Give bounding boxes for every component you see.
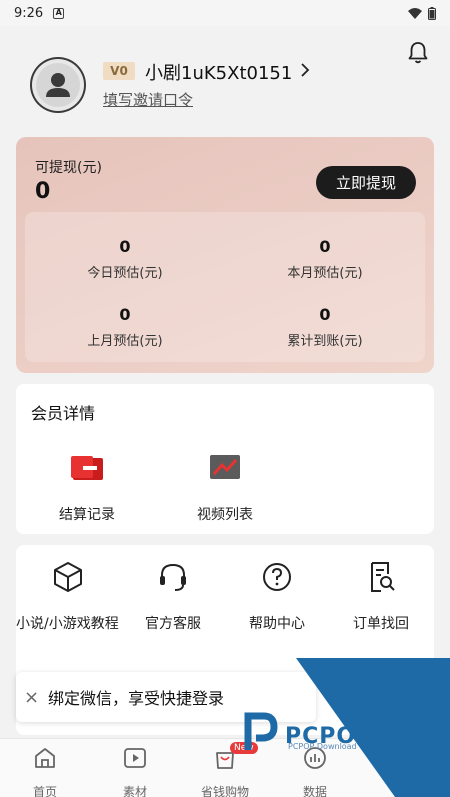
stat-value: 0	[319, 305, 331, 324]
profile-section: V0 小剧1uK5Xt0151 填写邀请口令	[30, 57, 410, 117]
user-silhouette-icon	[32, 59, 84, 111]
member-details-card: 会员详情 结算记录 视频列表	[16, 384, 434, 534]
tool-label: 小说/小游戏教程	[16, 616, 119, 632]
level-badge: V0	[103, 62, 135, 80]
tab-label: 素材	[122, 785, 147, 797]
close-icon[interactable]: ×	[24, 687, 42, 708]
tab-label: 首页	[32, 785, 57, 797]
cube-icon	[54, 562, 82, 592]
stat-value: 0	[119, 237, 131, 256]
pcpop-logo-icon	[244, 712, 278, 750]
stat-last-month: 0 上月预估(元)	[25, 305, 225, 349]
avatar[interactable]	[30, 57, 86, 113]
member-title: 会员详情	[31, 404, 96, 423]
stat-value: 0	[119, 305, 131, 324]
tool-label: 官方客服	[145, 616, 201, 632]
watermark: PCPOP下载 PCPOP Download	[230, 658, 450, 797]
home-icon	[35, 748, 55, 768]
video-list-icon	[210, 455, 240, 479]
member-item-label: 视频列表	[197, 507, 253, 523]
order-search-icon	[371, 562, 395, 592]
stat-label: 累计到账(元)	[287, 334, 363, 349]
toast-text: 绑定微信，享受快捷登录	[48, 689, 225, 708]
stat-label: 今日预估(元)	[87, 266, 163, 281]
withdraw-button[interactable]: 立即提现	[316, 166, 416, 199]
stat-label: 上月预估(元)	[87, 334, 163, 349]
stat-total-received: 0 累计到账(元)	[225, 305, 425, 349]
battery-icon	[428, 6, 436, 20]
username[interactable]: 小剧1uK5Xt0151	[145, 59, 292, 85]
stat-label: 本月预估(元)	[287, 266, 363, 281]
notification-a-icon: A	[53, 7, 65, 19]
tool-customer-service[interactable]: 官方客服	[121, 560, 225, 635]
member-item-video-list[interactable]: 视频列表	[165, 450, 285, 524]
watermark-sub: PCPOP Download	[288, 742, 357, 751]
stat-this-month: 0 本月预估(元)	[225, 237, 425, 281]
chevron-right-icon[interactable]	[300, 63, 310, 77]
status-bar: 9:26 A	[0, 0, 450, 26]
tool-novel-game-tutorial[interactable]: 小说/小游戏教程	[16, 560, 120, 635]
tab-materials[interactable]: 素材	[90, 745, 180, 797]
member-item-settlement[interactable]: 结算记录	[27, 450, 147, 524]
play-icon	[124, 748, 146, 768]
question-icon	[263, 563, 291, 591]
wifi-icon	[408, 7, 422, 19]
settlement-record-icon	[71, 456, 103, 480]
earnings-card: 可提现(元) 0 立即提现 0 今日预估(元) 0 本月预估(元) 0 上月预估…	[16, 137, 434, 373]
tool-order-recovery[interactable]: 订单找回	[329, 560, 433, 635]
headset-icon	[160, 563, 186, 591]
tab-home[interactable]: 首页	[0, 745, 90, 797]
tool-label: 订单找回	[353, 616, 409, 632]
member-item-label: 结算记录	[59, 507, 115, 523]
withdrawable-value: 0	[35, 179, 51, 204]
earnings-stats: 0 今日预估(元) 0 本月预估(元) 0 上月预估(元) 0 累计到账(元)	[25, 212, 425, 362]
stat-today: 0 今日预估(元)	[25, 237, 225, 281]
withdrawable-label: 可提现(元)	[35, 160, 102, 176]
tool-help-center[interactable]: 帮助中心	[225, 560, 329, 635]
invite-code-link[interactable]: 填写邀请口令	[103, 89, 193, 110]
stat-value: 0	[319, 237, 331, 256]
status-time: 9:26	[14, 5, 44, 21]
tool-label: 帮助中心	[249, 616, 305, 632]
